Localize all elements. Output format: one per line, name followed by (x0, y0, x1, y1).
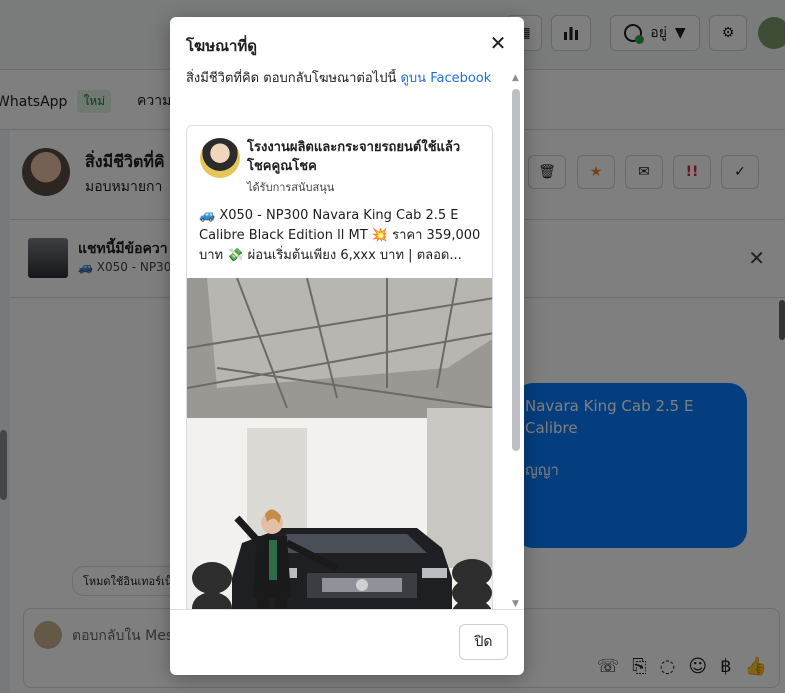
page-avatar (200, 138, 240, 178)
viewed-ad-dialog: โฆษณาที่ดู ✕ สิ่งมีชีวิตที่คิด ตอบกลับโฆ… (170, 17, 524, 675)
dialog-footer: ปิด (170, 609, 524, 675)
close-button[interactable]: ปิด (459, 624, 508, 660)
sponsored-label: ได้รับการสนับสนุน (247, 181, 335, 194)
dialog-body: สิ่งมีชีวิตที่คิด ตอบกลับโฆษณาต่อไปนี้ ด… (170, 69, 524, 609)
intro-label: สิ่งมีชีวิตที่คิด ตอบกลับโฆษณาต่อไปนี้ (186, 71, 397, 86)
scroll-down-icon[interactable]: ▼ (512, 599, 519, 609)
page-name[interactable]: โรงงานผลิตและกระจายรถยนต์ใช้แล้ว โชคคูณโ… (247, 138, 482, 176)
car-photo (187, 278, 492, 609)
close-icon[interactable]: ✕ (486, 31, 510, 55)
ad-preview-card: โรงงานผลิตและกระจายรถยนต์ใช้แล้ว โชคคูณโ… (186, 125, 493, 609)
ad-image (187, 278, 492, 609)
dialog-scrollbar[interactable]: ▲ ▼ (510, 71, 522, 609)
ad-body-text: 🚙 X050 - NP300 Navara King Cab 2.5 E Cal… (199, 208, 481, 263)
intro-text: สิ่งมีชีวิตที่คิด ตอบกลับโฆษณาต่อไปนี้ ด… (186, 69, 496, 89)
scroll-thumb[interactable] (512, 89, 520, 451)
view-on-facebook-link[interactable]: ดูบน Facebook (400, 71, 491, 86)
dialog-title: โฆษณาที่ดู (186, 37, 258, 55)
scroll-up-icon[interactable]: ▲ (512, 73, 519, 83)
